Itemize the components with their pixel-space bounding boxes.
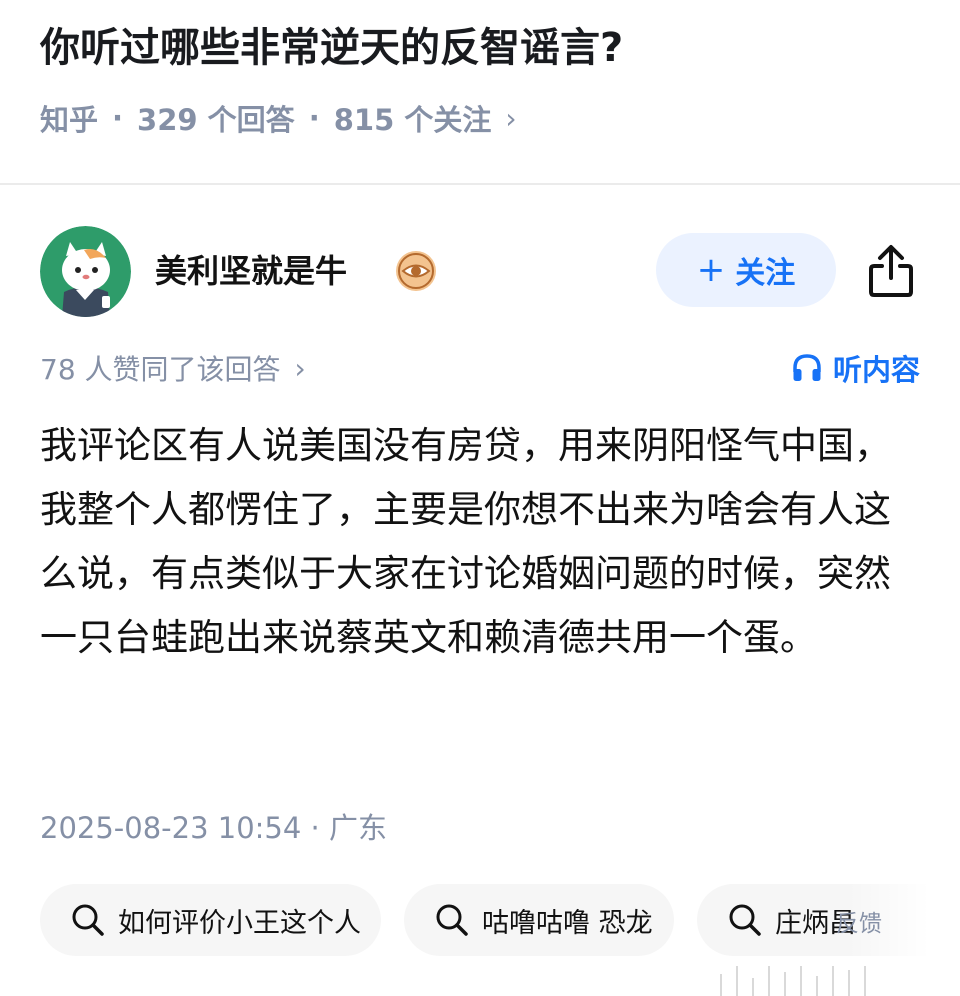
vote-summary[interactable]: 78 人赞同了该回答 › [40,346,306,390]
chevron-right-icon: › [505,101,517,135]
related-search-chip[interactable]: 庄炳昌 [697,884,960,956]
answer-timestamp: 2025-08-23 10:54 · 广东 [40,811,387,845]
section-divider [0,183,960,185]
follow-label: 关注 [735,256,796,291]
answer-count: 329 个回答 [137,103,295,137]
related-search-chip[interactable]: 如何评价小王这个人 [40,884,381,956]
eye-badge-icon [396,251,436,291]
avatar[interactable] [40,226,131,317]
related-searches: 如何评价小王这个人 咕噜咕噜 恐龙 庄炳昌 [40,884,960,956]
follow-button[interactable]: + 关注 [656,233,836,307]
feedback-button[interactable]: 反馈 [836,904,882,938]
question-title: 你听过哪些非常逆天的反智谣言? [40,25,624,71]
vote-count: 78 人赞同了该回答 [40,353,281,386]
listen-label: 听内容 [832,353,920,387]
share-icon[interactable] [866,242,916,298]
search-icon [436,904,468,936]
author-name[interactable]: 美利坚就是牛 [155,248,347,294]
follower-count: 815 个关注 [333,103,492,137]
plus-icon: + [696,250,726,290]
headphone-icon [793,354,821,381]
search-icon [72,904,104,936]
meta-separator: · [308,101,320,135]
question-meta[interactable]: 知乎 · 329 个回答 · 815 个关注 › [40,96,517,140]
source-label: 知乎 [40,103,99,137]
chevron-right-icon: › [294,351,306,385]
answer-body: 我评论区有人说美国没有房贷，用来阴阳怪气中国，我整个人都愣住了，主要是你想不出来… [40,424,891,659]
related-search-label: 咕噜咕噜 恐龙 [482,907,653,939]
scroll-indicator [720,962,960,996]
related-search-label: 如何评价小王这个人 [118,907,361,939]
listen-button[interactable]: 听内容 [791,346,920,390]
author-row: 美利坚就是牛 + 关注 [40,226,920,318]
related-search-chip[interactable]: 咕噜咕噜 恐龙 [404,884,674,956]
cartoon-cat-avatar-icon [40,226,131,317]
meta-separator: · [112,101,124,135]
search-icon [729,904,761,936]
